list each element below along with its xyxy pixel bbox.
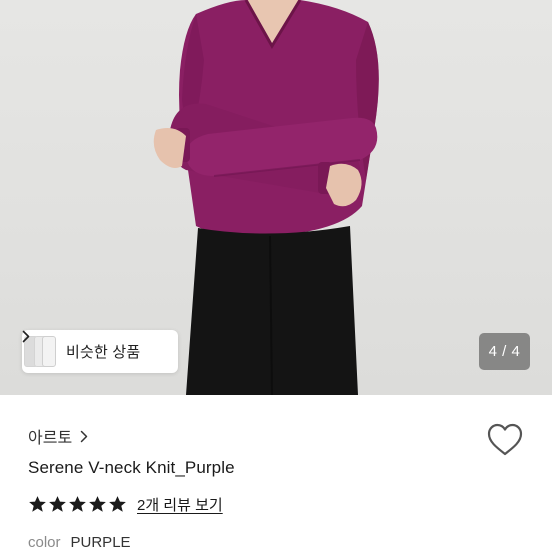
- star-rating: [28, 495, 127, 514]
- star-icon: [29, 496, 46, 512]
- star-icon: [49, 496, 66, 512]
- similar-thumbnail: [42, 336, 56, 367]
- chevron-right-icon: [80, 430, 88, 443]
- product-option: color PURPLE: [28, 534, 131, 551]
- store-name: 아르토: [28, 430, 73, 447]
- similar-products-button[interactable]: 비슷한 상품: [22, 330, 178, 373]
- star-icon: [89, 496, 106, 512]
- image-page-counter: 4 / 4: [479, 333, 530, 370]
- product-title: Serene V-neck Knit_Purple: [28, 458, 235, 477]
- star-icon: [109, 496, 126, 512]
- store-link[interactable]: 아르토: [28, 424, 88, 448]
- rating-row: 2개 리뷰 보기: [28, 494, 223, 515]
- option-label: color: [28, 534, 61, 551]
- product-photo[interactable]: 비슷한 상품 4 / 4: [0, 0, 552, 395]
- option-value: PURPLE: [70, 534, 131, 551]
- wishlist-button[interactable]: [486, 422, 524, 458]
- heart-outline-icon: [487, 423, 523, 456]
- view-reviews-link[interactable]: 2개 리뷰 보기: [137, 494, 223, 515]
- similar-products-label: 비슷한 상품: [66, 344, 141, 361]
- star-icon: [69, 496, 86, 512]
